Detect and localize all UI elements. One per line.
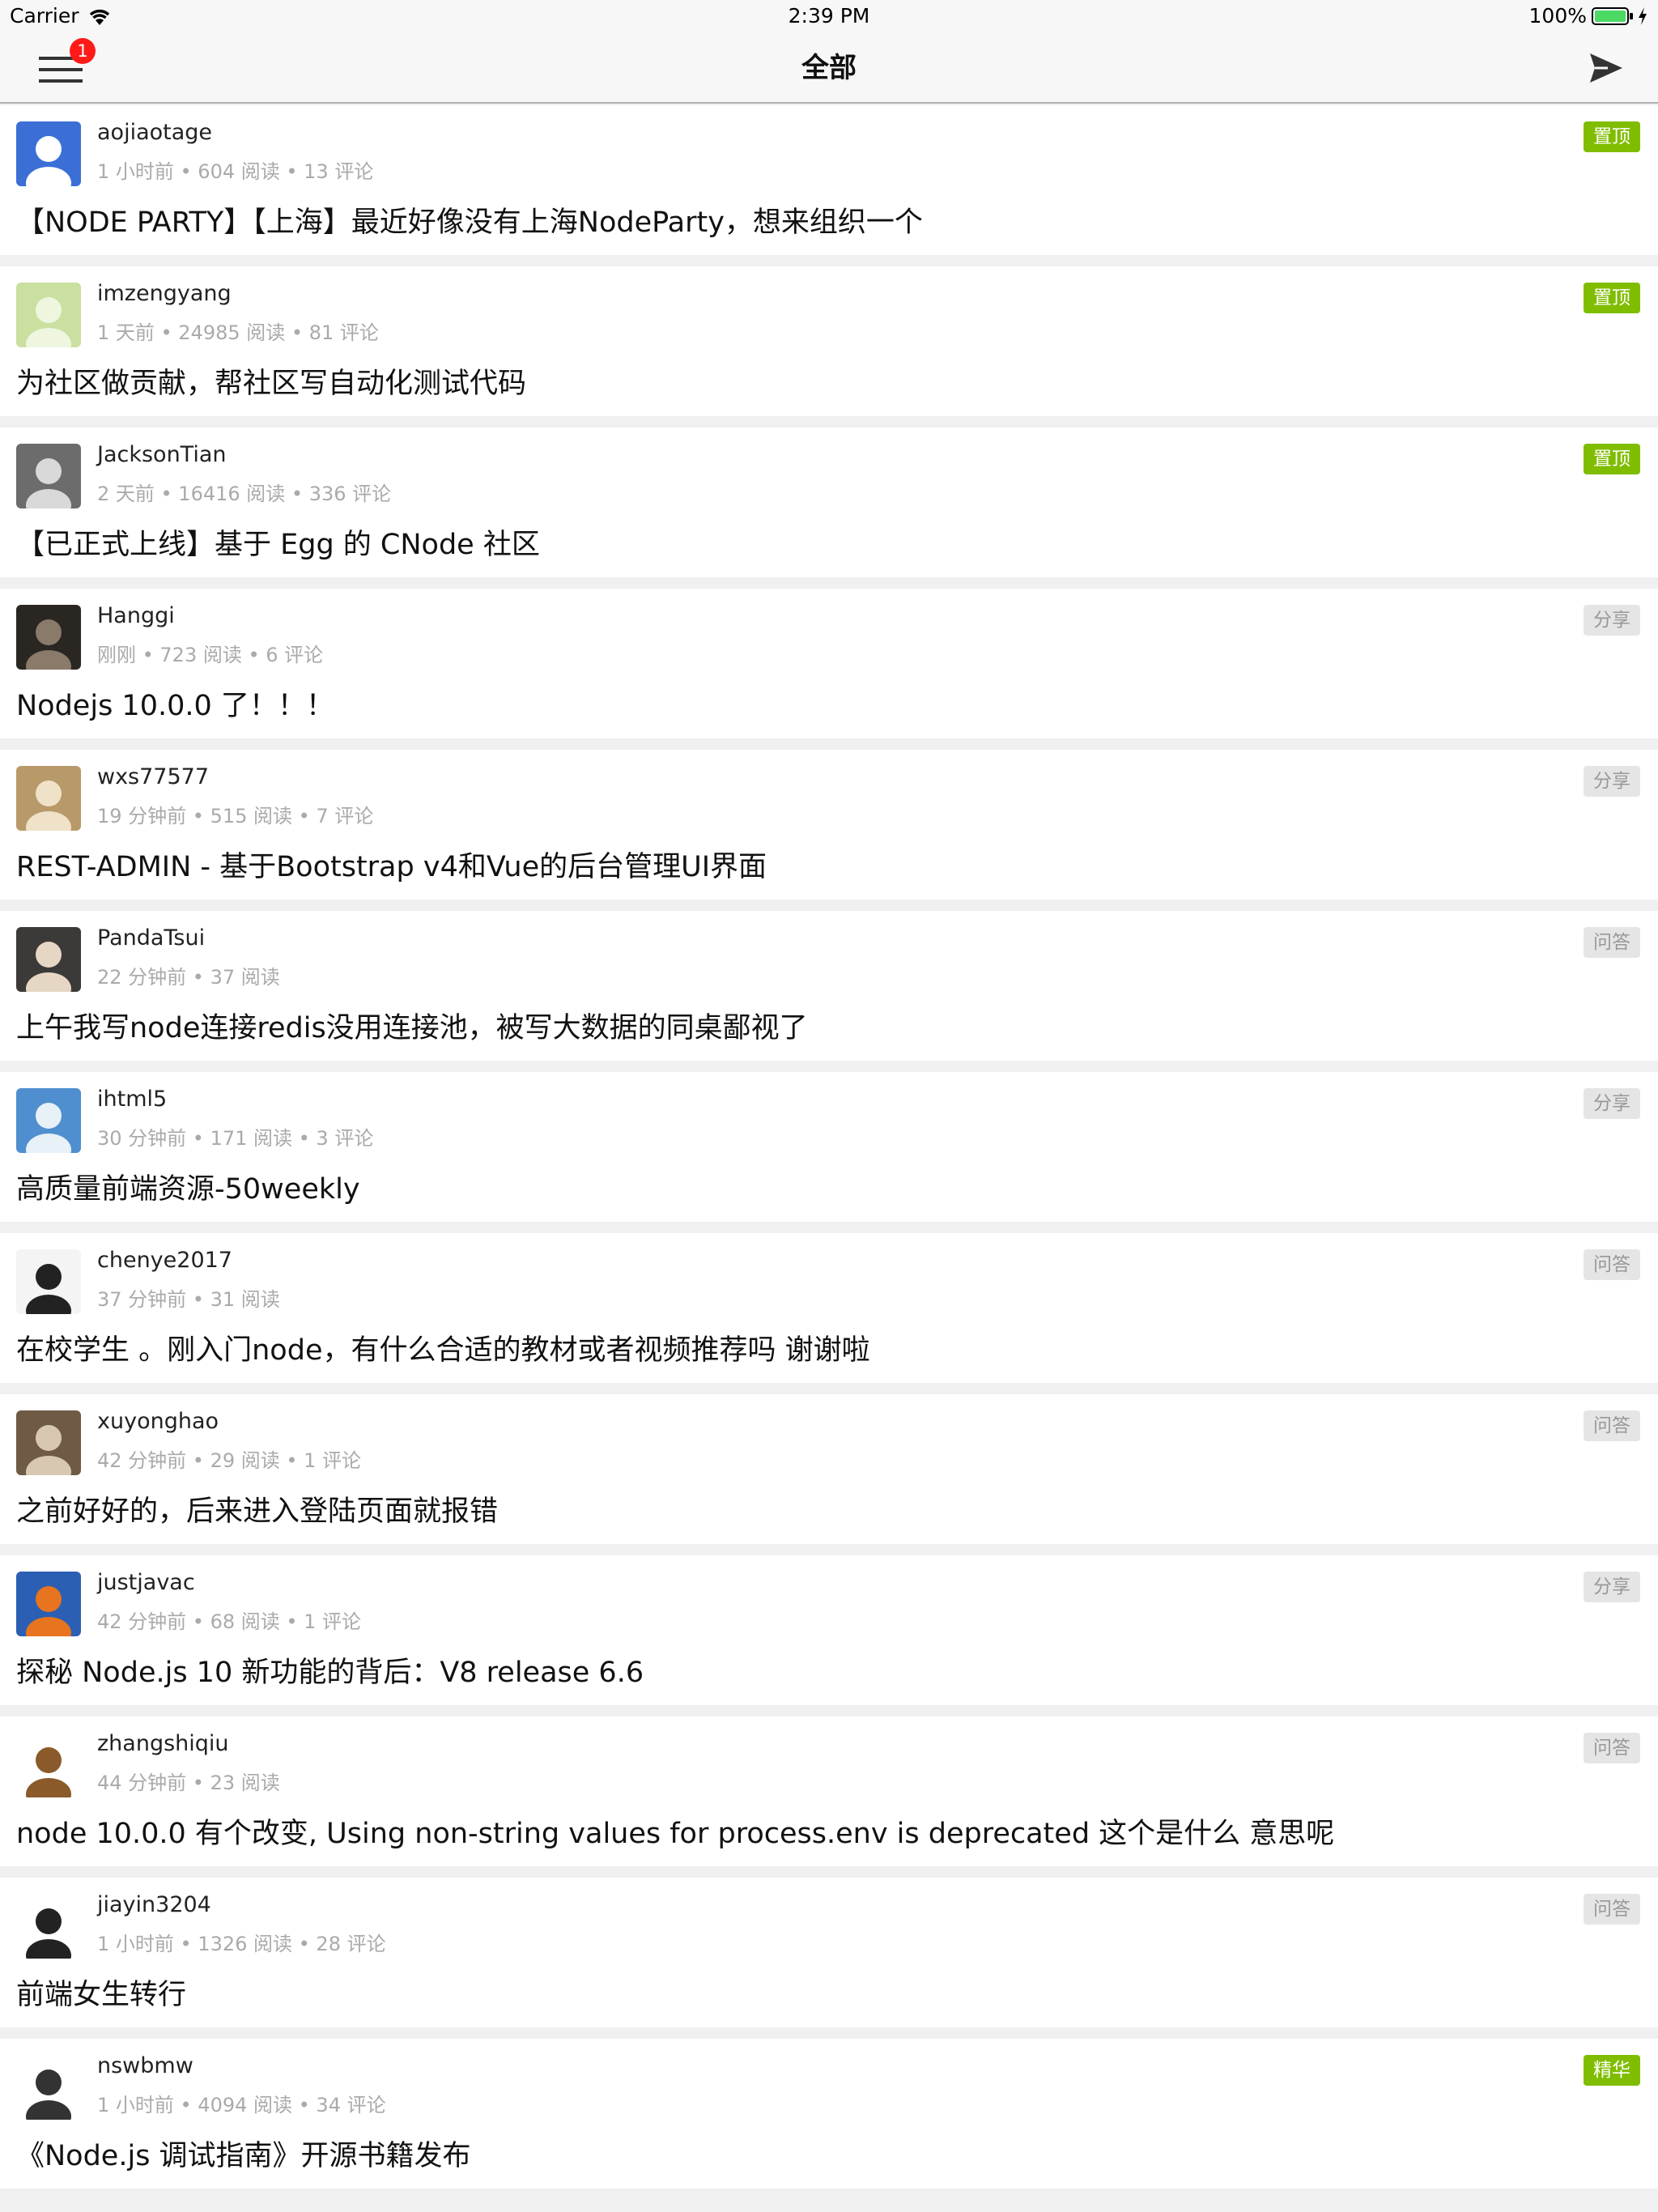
topic-meta: 1 天前 • 24985 阅读 • 81 评论 bbox=[97, 321, 379, 344]
topic-list: aojiaotage 1 小时前 • 604 阅读 • 13 评论【NODE PA… bbox=[0, 105, 1658, 2200]
topic-title[interactable]: 高质量前端资源-50weekly bbox=[16, 1166, 1627, 1207]
author-name[interactable]: jiayin3204 bbox=[97, 1892, 211, 1917]
avatar[interactable] bbox=[16, 444, 81, 508]
tab-badge: 置顶 bbox=[1584, 121, 1640, 152]
navigation-bar: 1 全部 bbox=[0, 32, 1658, 104]
topic-meta: 37 分钟前 • 31 阅读 bbox=[97, 1288, 280, 1311]
author-name[interactable]: aojiaotage bbox=[97, 120, 212, 145]
avatar[interactable] bbox=[16, 2055, 81, 2120]
topic-title[interactable]: 在校学生 。刚入门node，有什么合适的教材或者视频推荐吗 谢谢啦 bbox=[16, 1327, 1627, 1368]
author-name[interactable]: JacksonTian bbox=[97, 442, 227, 467]
avatar[interactable] bbox=[16, 1088, 81, 1153]
topic-title[interactable]: 探秘 Node.js 10 新功能的背后：V8 release 6.6 bbox=[16, 1649, 1627, 1691]
tab-badge: 分享 bbox=[1584, 1572, 1640, 1602]
author-name[interactable]: imzengyang bbox=[97, 281, 232, 306]
topic-title[interactable]: 之前好好的，后来进入登陆页面就报错 bbox=[16, 1488, 1627, 1529]
tab-badge: 分享 bbox=[1584, 605, 1640, 636]
avatar[interactable] bbox=[16, 1572, 81, 1636]
topic-meta: 1 小时前 • 604 阅读 • 13 评论 bbox=[97, 160, 374, 183]
tab-badge: 置顶 bbox=[1584, 283, 1640, 313]
topic-row[interactable]: ihtml5 30 分钟前 • 171 阅读 • 3 评论高质量前端资源-50we… bbox=[0, 1072, 1658, 1222]
avatar[interactable] bbox=[16, 1410, 81, 1475]
battery-percent: 100% bbox=[1528, 4, 1587, 28]
tab-badge: 问答 bbox=[1584, 927, 1640, 958]
topic-row[interactable]: zhangshiqiu 44 分钟前 • 23 阅读 node 10.0.0 有个改… bbox=[0, 1716, 1658, 1866]
topic-title[interactable]: 【已正式上线】基于 Egg 的 CNode 社区 bbox=[16, 521, 1627, 563]
author-name[interactable]: PandaTsui bbox=[97, 925, 205, 951]
avatar[interactable] bbox=[16, 927, 81, 992]
tab-badge: 问答 bbox=[1584, 1249, 1640, 1280]
topic-row[interactable]: jiayin3204 1 小时前 • 1326 阅读 • 28 评论前端女生转行 问… bbox=[0, 1878, 1658, 2027]
topic-row[interactable]: PandaTsui 22 分钟前 • 37 阅读上午我写node连接redis没用… bbox=[0, 911, 1658, 1061]
tab-badge: 问答 bbox=[1584, 1733, 1640, 1763]
topic-meta: 42 分钟前 • 29 阅读 • 1 评论 bbox=[97, 1449, 362, 1472]
topic-row[interactable]: JacksonTian 2 天前 • 16416 阅读 • 336 评论【已正式上… bbox=[0, 428, 1658, 577]
topic-title[interactable]: REST-ADMIN - 基于Bootstrap v4和Vue的后台管理UI界面 bbox=[16, 844, 1627, 885]
author-name[interactable]: justjavac bbox=[97, 1570, 195, 1595]
topic-meta: 刚刚 • 723 阅读 • 6 评论 bbox=[97, 644, 324, 666]
author-name[interactable]: ihtml5 bbox=[97, 1087, 167, 1112]
author-name[interactable]: Hanggi bbox=[97, 603, 175, 628]
topic-title[interactable]: node 10.0.0 有个改变, Using non-string value… bbox=[16, 1810, 1627, 1852]
topic-meta: 42 分钟前 • 68 阅读 • 1 评论 bbox=[97, 1610, 362, 1633]
avatar[interactable] bbox=[16, 1733, 81, 1797]
tab-badge: 精华 bbox=[1584, 2055, 1640, 2086]
author-name[interactable]: nswbmw bbox=[97, 2053, 193, 2078]
topic-row[interactable]: aojiaotage 1 小时前 • 604 阅读 • 13 评论【NODE PA… bbox=[0, 105, 1658, 255]
avatar[interactable] bbox=[16, 283, 81, 347]
topic-row[interactable]: justjavac 42 分钟前 • 68 阅读 • 1 评论探秘 Node.js… bbox=[0, 1555, 1658, 1705]
charging-bolt-icon bbox=[1639, 7, 1647, 25]
author-name[interactable]: xuyonghao bbox=[97, 1409, 219, 1434]
topic-title[interactable]: 前端女生转行 bbox=[16, 1972, 1627, 2013]
avatar[interactable] bbox=[16, 1894, 81, 1959]
topic-meta: 1 小时前 • 4094 阅读 • 34 评论 bbox=[97, 2094, 386, 2116]
tab-badge: 分享 bbox=[1584, 766, 1640, 797]
avatar[interactable] bbox=[16, 121, 81, 186]
avatar[interactable] bbox=[16, 766, 81, 831]
status-bar: Carrier 2:39 PM 100% bbox=[0, 0, 1658, 32]
topic-title[interactable]: 《Node.js 调试指南》开源书籍发布 bbox=[16, 2133, 1627, 2174]
topic-meta: 22 分钟前 • 37 阅读 bbox=[97, 966, 280, 989]
send-icon[interactable] bbox=[1588, 50, 1624, 86]
avatar[interactable] bbox=[16, 1249, 81, 1314]
tab-badge: 分享 bbox=[1584, 1088, 1640, 1119]
tab-badge: 问答 bbox=[1584, 1894, 1640, 1925]
author-name[interactable]: wxs77577 bbox=[97, 764, 209, 789]
status-time: 2:39 PM bbox=[788, 4, 870, 28]
topic-meta: 44 分钟前 • 23 阅读 bbox=[97, 1772, 280, 1794]
topic-row[interactable]: Hanggi 刚刚 • 723 阅读 • 6 评论 Nodejs 10.0.0 了！… bbox=[0, 589, 1658, 738]
topic-row[interactable]: xuyonghao 42 分钟前 • 29 阅读 • 1 评论之前好好的，后来进入… bbox=[0, 1394, 1658, 1544]
topic-title[interactable]: Nodejs 10.0.0 了！！！ bbox=[16, 683, 1627, 724]
tab-badge: 置顶 bbox=[1584, 444, 1640, 474]
topic-row[interactable]: chenye2017 37 分钟前 • 31 阅读在校学生 。刚入门node，有什… bbox=[0, 1233, 1658, 1383]
topic-row[interactable]: imzengyang 1 天前 • 24985 阅读 • 81 评论为社区做贡献，… bbox=[0, 266, 1658, 416]
author-name[interactable]: chenye2017 bbox=[97, 1248, 232, 1273]
tab-badge: 问答 bbox=[1584, 1410, 1640, 1441]
topic-title[interactable]: 上午我写node连接redis没用连接池，被写大数据的同桌鄙视了 bbox=[16, 1005, 1627, 1046]
topic-meta: 19 分钟前 • 515 阅读 • 7 评论 bbox=[97, 805, 374, 827]
page-title: 全部 bbox=[801, 52, 857, 84]
avatar[interactable] bbox=[16, 605, 81, 670]
topic-row[interactable]: wxs77577 19 分钟前 • 515 阅读 • 7 评论 REST-ADMIN… bbox=[0, 750, 1658, 900]
topic-meta: 30 分钟前 • 171 阅读 • 3 评论 bbox=[97, 1127, 374, 1150]
topic-title[interactable]: 【NODE PARTY】【上海】最近好像没有上海NodeParty，想来组织一个 bbox=[16, 199, 1627, 240]
author-name[interactable]: zhangshiqiu bbox=[97, 1731, 229, 1756]
topic-meta: 1 小时前 • 1326 阅读 • 28 评论 bbox=[97, 1933, 386, 1955]
topic-title[interactable]: 为社区做贡献，帮社区写自动化测试代码 bbox=[16, 360, 1627, 402]
topic-row[interactable]: nswbmw 1 小时前 • 4094 阅读 • 34 评论《Node.js 调试… bbox=[0, 2039, 1658, 2189]
topic-meta: 2 天前 • 16416 阅读 • 336 评论 bbox=[97, 483, 392, 505]
status-right: 100% bbox=[1529, 0, 1648, 32]
battery-icon bbox=[1592, 7, 1633, 25]
